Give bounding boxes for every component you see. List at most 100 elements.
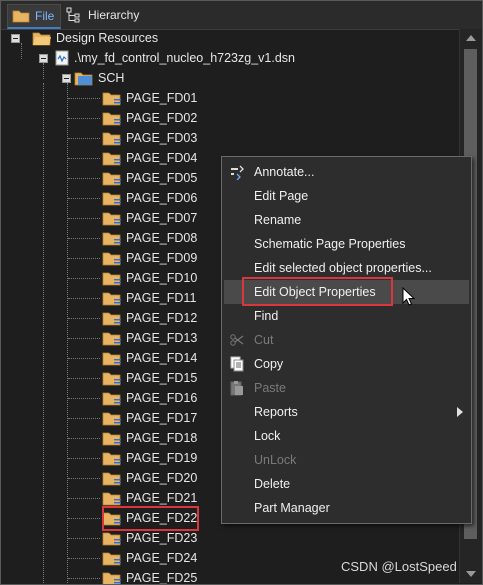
schematic-page-icon bbox=[102, 432, 121, 446]
tree-item-page[interactable]: PAGE_FD19 bbox=[68, 448, 197, 468]
folder-icon bbox=[12, 10, 30, 23]
tree-item-page[interactable]: PAGE_FD15 bbox=[68, 368, 198, 388]
tab-file[interactable]: File bbox=[7, 4, 62, 29]
tree-item-page[interactable]: PAGE_FD02 bbox=[68, 108, 197, 128]
tree-item-page[interactable]: PAGE_FD14 bbox=[68, 348, 198, 368]
tree-item-page[interactable]: PAGE_FD21 bbox=[68, 488, 197, 508]
menu-item-lock[interactable]: Lock bbox=[224, 424, 469, 448]
tree-connector bbox=[68, 518, 100, 519]
menu-item-copy[interactable]: Copy bbox=[224, 352, 469, 376]
tree-label-page: PAGE_FD18 bbox=[126, 431, 198, 445]
tree-item-page[interactable]: PAGE_FD05 bbox=[68, 168, 198, 188]
tree-connector bbox=[68, 278, 100, 279]
scroll-down-arrow-icon[interactable] bbox=[466, 571, 476, 577]
schematic-page-icon bbox=[102, 392, 121, 406]
tree-connector bbox=[68, 358, 100, 359]
tree-label-design-resources: Design Resources bbox=[56, 31, 159, 45]
tree-connector bbox=[68, 158, 100, 159]
folder-open-icon bbox=[32, 32, 51, 46]
tree-connector bbox=[68, 498, 100, 499]
schematic-page-icon bbox=[102, 372, 121, 386]
tree-connector bbox=[68, 318, 100, 319]
menu-item-delete[interactable]: Delete bbox=[224, 472, 469, 496]
tree-item-sch[interactable]: SCH bbox=[62, 68, 124, 88]
tree-connector bbox=[68, 258, 100, 259]
menu-item-schematic-page-properties[interactable]: Schematic Page Properties bbox=[224, 232, 469, 256]
tree-item-page[interactable]: PAGE_FD10 bbox=[68, 268, 197, 288]
tree-item-page[interactable]: PAGE_FD20 bbox=[68, 468, 197, 488]
menu-item-label: Annotate... bbox=[254, 165, 315, 179]
tree-item-page[interactable]: PAGE_FD08 bbox=[68, 228, 198, 248]
tree-connector bbox=[68, 538, 100, 539]
tab-hierarchy[interactable]: Hierarchy bbox=[61, 4, 145, 26]
menu-item-unlock[interactable]: UnLock bbox=[224, 448, 469, 472]
mouse-pointer-icon bbox=[402, 287, 416, 306]
collapse-toggle[interactable] bbox=[39, 53, 48, 63]
scroll-up-arrow-icon[interactable] bbox=[466, 35, 476, 41]
schematic-page-icon bbox=[102, 452, 121, 466]
tree-item-page[interactable]: PAGE_FD12 bbox=[68, 308, 197, 328]
tree-label-page: PAGE_FD05 bbox=[126, 171, 198, 185]
tree-item-page[interactable]: PAGE_FD17 bbox=[68, 408, 197, 428]
tree-label-page: PAGE_FD03 bbox=[126, 131, 198, 145]
collapse-toggle[interactable] bbox=[62, 73, 71, 83]
tree-label-sch: SCH bbox=[98, 71, 125, 85]
menu-item-label: Delete bbox=[254, 477, 291, 491]
tree-connector bbox=[68, 398, 100, 399]
schematic-page-icon bbox=[102, 472, 121, 486]
menu-item-cut[interactable]: Cut bbox=[224, 328, 469, 352]
tree-label-page: PAGE_FD15 bbox=[126, 371, 198, 385]
schematic-page-icon bbox=[102, 492, 121, 506]
annotate-icon bbox=[231, 165, 244, 180]
menu-item-edit-page[interactable]: Edit Page bbox=[224, 184, 469, 208]
schematic-page-icon bbox=[102, 272, 121, 286]
menu-item-paste[interactable]: Paste bbox=[224, 376, 469, 400]
menu-item-label: Copy bbox=[254, 357, 284, 371]
schematic-page-icon bbox=[102, 572, 121, 584]
highlighted-item-box bbox=[242, 277, 393, 306]
menu-item-label: Rename bbox=[254, 213, 302, 227]
tree-item-page[interactable]: PAGE_FD25 bbox=[68, 568, 197, 584]
context-menu: Annotate... Edit Page Rename Schematic Page… bbox=[221, 156, 472, 524]
tree-label-page: PAGE_FD06 bbox=[126, 191, 198, 205]
tree-connector bbox=[43, 83, 44, 584]
tree-item-design-file[interactable]: .\my_fd_control_nucleo_h723zg_v1.dsn bbox=[39, 48, 295, 68]
schematic-page-icon bbox=[102, 172, 121, 186]
collapse-toggle[interactable] bbox=[11, 33, 20, 43]
schematic-page-icon bbox=[102, 552, 121, 566]
tree-item-page[interactable]: PAGE_FD04 bbox=[68, 148, 197, 168]
tree-item-page[interactable]: PAGE_FD07 bbox=[68, 208, 197, 228]
tree-item-page[interactable]: PAGE_FD13 bbox=[68, 328, 197, 348]
schematic-page-icon bbox=[102, 112, 121, 126]
tree-label-page: PAGE_FD14 bbox=[126, 351, 198, 365]
tree-item-page[interactable]: PAGE_FD09 bbox=[68, 248, 198, 268]
tree-item-page[interactable]: PAGE_FD23 bbox=[68, 528, 197, 548]
submenu-arrow-icon bbox=[457, 407, 463, 417]
tree-connector bbox=[68, 578, 100, 579]
tree-label-page: PAGE_FD09 bbox=[126, 251, 198, 265]
tree-item-page[interactable]: PAGE_FD01 bbox=[68, 88, 197, 108]
schematic-page-icon bbox=[102, 152, 121, 166]
tree-item-page[interactable]: PAGE_FD03 bbox=[68, 128, 198, 148]
schematic-page-icon bbox=[102, 332, 121, 346]
tree-label-page: PAGE_FD16 bbox=[126, 391, 198, 405]
menu-item-rename[interactable]: Rename bbox=[224, 208, 469, 232]
design-file-icon bbox=[55, 50, 69, 66]
menu-item-label: Cut bbox=[254, 333, 274, 347]
tree-item-page[interactable]: PAGE_FD24 bbox=[68, 548, 197, 568]
tab-file-label: File bbox=[35, 9, 55, 23]
menu-item-find[interactable]: Find bbox=[224, 304, 469, 328]
menu-item-label: Paste bbox=[254, 381, 286, 395]
menu-item-reports[interactable]: Reports bbox=[224, 400, 469, 424]
tree-item-page[interactable]: PAGE_FD11 bbox=[68, 288, 196, 308]
tree-label-page: PAGE_FD08 bbox=[126, 231, 198, 245]
tree-item-design-resources[interactable]: Design Resources bbox=[11, 29, 158, 48]
menu-item-part-manager[interactable]: Part Manager bbox=[224, 496, 469, 520]
menu-item-edit-object-properties[interactable]: Edit Object Properties bbox=[224, 277, 469, 306]
tree-connector bbox=[68, 198, 100, 199]
menu-item-annotate[interactable]: Annotate... bbox=[224, 160, 469, 184]
schematic-page-icon bbox=[102, 192, 121, 206]
tree-item-page[interactable]: PAGE_FD06 bbox=[68, 188, 198, 208]
tree-item-page[interactable]: PAGE_FD16 bbox=[68, 388, 198, 408]
tree-item-page[interactable]: PAGE_FD18 bbox=[68, 428, 198, 448]
